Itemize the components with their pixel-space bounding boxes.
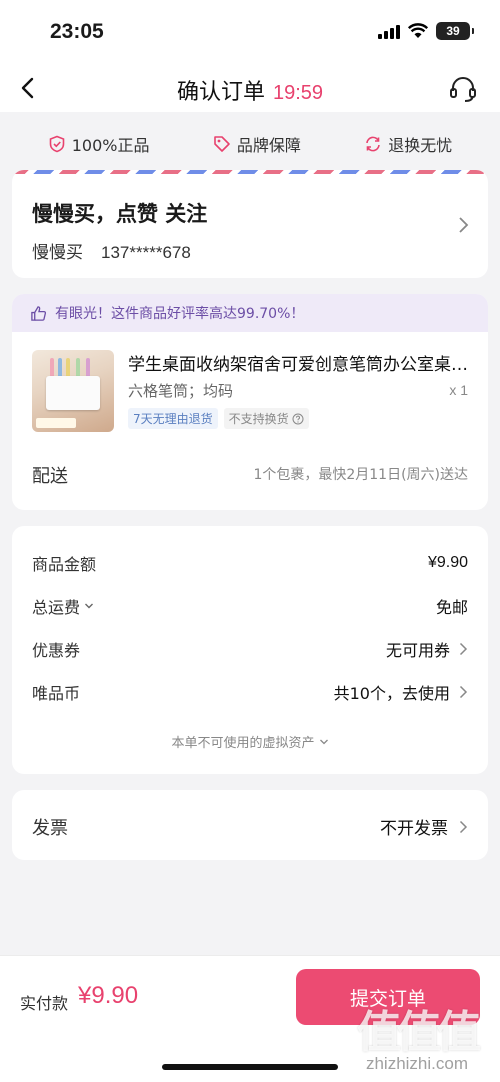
virtual-assets-label: 本单不可使用的虚拟资产 bbox=[171, 736, 315, 751]
refresh-icon bbox=[366, 136, 381, 152]
guarantee-label: 100%正品 bbox=[71, 136, 150, 155]
address-title: 慢慢买，点赞 关注 bbox=[32, 202, 208, 226]
receiver-name: 慢慢买 bbox=[32, 243, 83, 263]
price-row-coins[interactable]: 唯品币 共10个，去使用 bbox=[32, 677, 468, 707]
coupon-label: 优惠券 bbox=[32, 641, 81, 660]
price-row-coupon[interactable]: 优惠券 无可用券 bbox=[32, 634, 468, 664]
help-icon bbox=[292, 413, 304, 424]
tag-return: 7天无理由退货 bbox=[128, 408, 218, 429]
shield-check-icon bbox=[49, 135, 65, 153]
price-value: ¥9.90 bbox=[428, 554, 468, 572]
virtual-assets-toggle[interactable]: 本单不可使用的虚拟资产 bbox=[12, 732, 488, 751]
watermark: 值值值 zhizhizhi.com bbox=[342, 996, 492, 1076]
wifi-icon bbox=[408, 23, 428, 38]
guarantee-authentic: 100%正品 bbox=[48, 132, 150, 156]
product-image[interactable] bbox=[32, 350, 114, 432]
tag-no-exchange-label: 不支持换货 bbox=[228, 412, 289, 426]
price-row-shipping[interactable]: 总运费 免邮 bbox=[32, 591, 468, 621]
invoice-card[interactable]: 发票 不开发票 bbox=[12, 790, 488, 860]
price-row-goods: 商品金额 ¥9.90 bbox=[32, 548, 468, 578]
signal-icon bbox=[378, 23, 400, 39]
home-indicator bbox=[162, 1064, 338, 1070]
status-icons: 39 bbox=[378, 22, 474, 40]
product-title[interactable]: 学生桌面收纳架宿舍可爱创意笔筒办公室桌上置物架 bbox=[128, 350, 472, 375]
chevron-right-icon bbox=[459, 642, 468, 656]
product-card: 有眼光！这件商品好评率高达99.70%！ 学生桌面收纳架宿舍可爱创意笔筒办公室桌… bbox=[12, 294, 488, 510]
status-time: 23:05 bbox=[50, 20, 104, 43]
guarantee-label: 退换无忧 bbox=[388, 136, 453, 155]
nav-bar: 确认订单 19:59 bbox=[0, 66, 500, 112]
page-title-group: 确认订单 19:59 bbox=[0, 74, 500, 106]
goods-amount: ¥9.90 bbox=[427, 554, 468, 571]
service-tags: 7天无理由退货 不支持换货 bbox=[128, 408, 309, 429]
receiver-phone: 137*****678 bbox=[101, 243, 191, 262]
praise-text: 有眼光！这件商品好评率高达99.70%！ bbox=[55, 306, 305, 322]
chevron-right-icon bbox=[459, 820, 468, 833]
airmail-border bbox=[12, 170, 488, 174]
receiver-info: 慢慢买 137*****678 bbox=[32, 238, 191, 263]
product-spec: 六格笔筒；均码 bbox=[128, 382, 234, 400]
invoice-value: 不开发票 bbox=[380, 819, 448, 839]
tag-no-exchange[interactable]: 不支持换货 bbox=[223, 408, 309, 429]
invoice-value-group: 不开发票 bbox=[380, 814, 468, 839]
chevron-down-icon bbox=[85, 603, 94, 609]
praise-banner: 有眼光！这件商品好评率高达99.70%！ bbox=[12, 294, 488, 332]
price-label: 商品金额 bbox=[32, 555, 97, 574]
guarantee-label: 品牌保障 bbox=[236, 136, 301, 155]
battery-icon: 39 bbox=[436, 22, 474, 40]
shipping-value: 免邮 bbox=[435, 598, 468, 617]
thumbs-up-icon bbox=[31, 305, 47, 321]
coupon-value: 无可用券 bbox=[385, 641, 450, 660]
invoice-label: 发票 bbox=[32, 818, 68, 839]
price-card: 商品金额 ¥9.90 总运费 免邮 优惠券 无可用券 唯品币 共10个，去使用 … bbox=[12, 526, 488, 774]
customer-service-icon[interactable] bbox=[448, 74, 478, 104]
tag-icon bbox=[214, 136, 230, 152]
address-card[interactable]: 慢慢买，点赞 关注 慢慢买 137*****678 bbox=[12, 170, 488, 278]
guarantee-strip: 100%正品 品牌保障 退换无忧 bbox=[0, 122, 500, 166]
product-quantity: x 1 bbox=[449, 382, 468, 398]
coupon-value-group: 无可用券 bbox=[386, 637, 468, 661]
watermark-logo: 值值值 bbox=[357, 1007, 481, 1058]
coins-label: 唯品币 bbox=[32, 684, 81, 703]
chevron-right-icon bbox=[459, 685, 468, 699]
coins-value: 共10个，去使用 bbox=[333, 684, 450, 703]
guarantee-return: 退换无忧 bbox=[364, 132, 452, 156]
status-bar: 23:05 39 bbox=[0, 0, 500, 66]
delivery-info: 1个包裹，最快2月11日(周六)送达 bbox=[253, 467, 468, 483]
shipping-label: 总运费 bbox=[32, 598, 81, 617]
guarantee-brand: 品牌保障 bbox=[213, 132, 301, 156]
chevron-right-icon bbox=[459, 217, 469, 233]
chevron-down-icon bbox=[319, 739, 328, 744]
shipping-label-group: 总运费 bbox=[32, 594, 94, 618]
pay-amount: ¥9.90 bbox=[78, 982, 139, 1009]
coins-value-group: 共10个，去使用 bbox=[334, 680, 468, 704]
pay-label: 实付款 bbox=[20, 994, 69, 1013]
page-title: 确认订单 bbox=[176, 80, 265, 105]
delivery-label: 配送 bbox=[32, 466, 68, 487]
countdown-timer: 19:59 bbox=[272, 82, 324, 104]
